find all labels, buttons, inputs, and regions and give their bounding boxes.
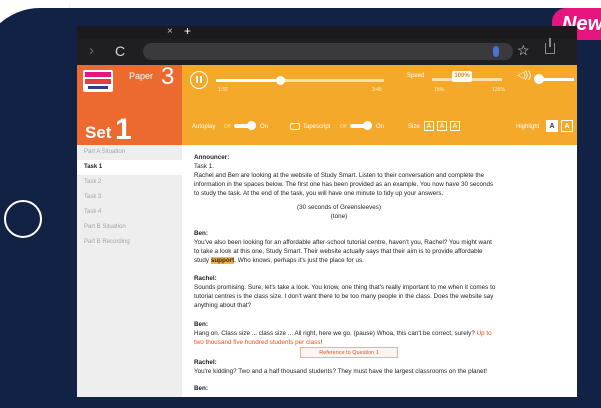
autoplay-label: Autoplay <box>192 124 216 130</box>
tone-cue: (tone) <box>330 213 348 220</box>
back-icon[interactable]: › <box>89 43 94 59</box>
script-line: You're kidding? Two and a half thousand … <box>194 368 488 375</box>
script-line: to study the task. At the end of the tas… <box>194 190 444 197</box>
progress-slider[interactable] <box>216 76 384 85</box>
address-bar[interactable] <box>143 43 513 60</box>
tapescript-content: Announcer: Task 1. Rachel and Ben are lo… <box>182 145 577 397</box>
size-medium-button[interactable]: A <box>437 121 447 131</box>
speaker-rachel: Rachel: <box>194 275 217 282</box>
bookmark-star-icon[interactable]: ☆ <box>517 42 530 58</box>
tapescript-label: Tapescript <box>303 124 331 130</box>
sidebar-item-part-b-situation[interactable]: Part B Situation <box>77 220 182 235</box>
size-small-button[interactable]: A <box>424 121 434 131</box>
tapescript-icon <box>290 123 300 130</box>
home-button[interactable] <box>4 200 42 238</box>
pause-icon[interactable] <box>190 71 208 89</box>
highlight-dark-button[interactable]: A <box>561 120 573 132</box>
progress-thumb[interactable] <box>275 76 285 85</box>
reload-icon[interactable]: C <box>115 43 125 59</box>
set-label: Set <box>85 123 112 142</box>
speaker-ben: Ben: <box>194 230 208 237</box>
options-row: Autoplay Off On Tapescript Off On Size A… <box>182 119 577 135</box>
script-line: Sounds promising. Sure, let's take a loo… <box>194 284 496 291</box>
speed-value[interactable]: 100% <box>452 71 472 82</box>
script-line: anything about that? <box>194 302 252 309</box>
sidebar-item-task-3[interactable]: Task 3 <box>77 190 182 205</box>
script-line: Hang on. Class size ... class size ... A… <box>194 330 492 337</box>
script-line: Rachel and Ben are looking at the websit… <box>194 172 485 179</box>
speed-min: 75% <box>434 87 445 93</box>
autoplay-on-label: On <box>260 124 269 130</box>
size-large-button[interactable]: A <box>450 121 460 131</box>
highlight-light-button[interactable]: A <box>546 120 558 132</box>
tapescript-toggle[interactable] <box>350 121 372 130</box>
set-number: 1 <box>115 113 132 146</box>
speed-max: 125% <box>492 87 505 93</box>
total-time: 3:45 <box>372 87 382 93</box>
script-line: tutorial centres is the class size. I do… <box>194 293 494 300</box>
answer-highlight[interactable]: support <box>210 257 235 264</box>
speaker-announcer: Announcer: <box>194 154 230 161</box>
sidebar-item-part-b-recording[interactable]: Part B Recording <box>77 235 182 250</box>
question-reference-tooltip: Reference to Question 1 <box>300 347 398 358</box>
tapescript-on-label: On <box>376 124 385 130</box>
music-cue: (30 seconds of Greensleeves) <box>296 204 381 211</box>
size-label: Size <box>408 124 420 130</box>
speaker-ben: Ben: <box>194 321 208 328</box>
autoplay-off-label: Off <box>224 124 231 130</box>
speed-label: Speed <box>407 73 425 79</box>
speaker-rachel: Rachel: <box>194 359 217 366</box>
browser-toolbar: › C ☆ <box>77 38 577 65</box>
speaker-ben: Ben: <box>194 385 208 392</box>
volume-icon[interactable]: ◁)) <box>517 70 531 81</box>
sidebar-item-task-1[interactable]: Task 1 <box>77 160 182 175</box>
tapescript-off-label: Off <box>340 124 347 130</box>
current-time: 1:32 <box>218 87 228 93</box>
set-header: Paper 3 Set 1 <box>77 63 182 146</box>
script-line: You've also been looking for an affordab… <box>194 239 492 246</box>
highlight-label: Highlight <box>516 124 540 130</box>
paper-number: 3 <box>161 63 175 90</box>
sidebar-item-task-4[interactable]: Task 4 <box>77 205 182 220</box>
progress-fill <box>216 79 280 82</box>
script-line: study support. Who knows, perhaps it's j… <box>194 257 364 264</box>
answer-text[interactable]: two thousand five hundred students per c… <box>194 339 320 346</box>
app-logo <box>83 70 113 92</box>
share-icon[interactable] <box>545 38 555 54</box>
script-line: information in the spaces below. The fir… <box>194 181 494 188</box>
task-title: Task 1. <box>194 163 214 170</box>
autoplay-toggle[interactable] <box>234 121 256 130</box>
tablet-screen: × + › C ☆ Paper 3 Set 1 1:32 3:45 Speed … <box>77 26 577 397</box>
script-line: to take a look at this one, Study Smart.… <box>194 248 483 255</box>
sidebar-item-task-2[interactable]: Task 2 <box>77 175 182 190</box>
task-sidebar: Part A Situation Task 1 Task 2 Task 3 Ta… <box>77 145 182 397</box>
audio-player: 1:32 3:45 Speed 100% 75% 125% ◁)) Autopl… <box>182 65 577 145</box>
microphone-icon[interactable] <box>493 46 499 57</box>
answer-text[interactable]: Up to <box>477 330 492 337</box>
volume-thumb[interactable] <box>534 74 544 84</box>
new-tab-icon[interactable]: + <box>184 26 191 38</box>
paper-label: Paper <box>129 71 154 81</box>
sidebar-item-part-a-situation[interactable]: Part A Situation <box>77 145 182 160</box>
browser-tab-bar: × + <box>77 26 577 39</box>
tab-close-icon[interactable]: × <box>167 26 173 38</box>
